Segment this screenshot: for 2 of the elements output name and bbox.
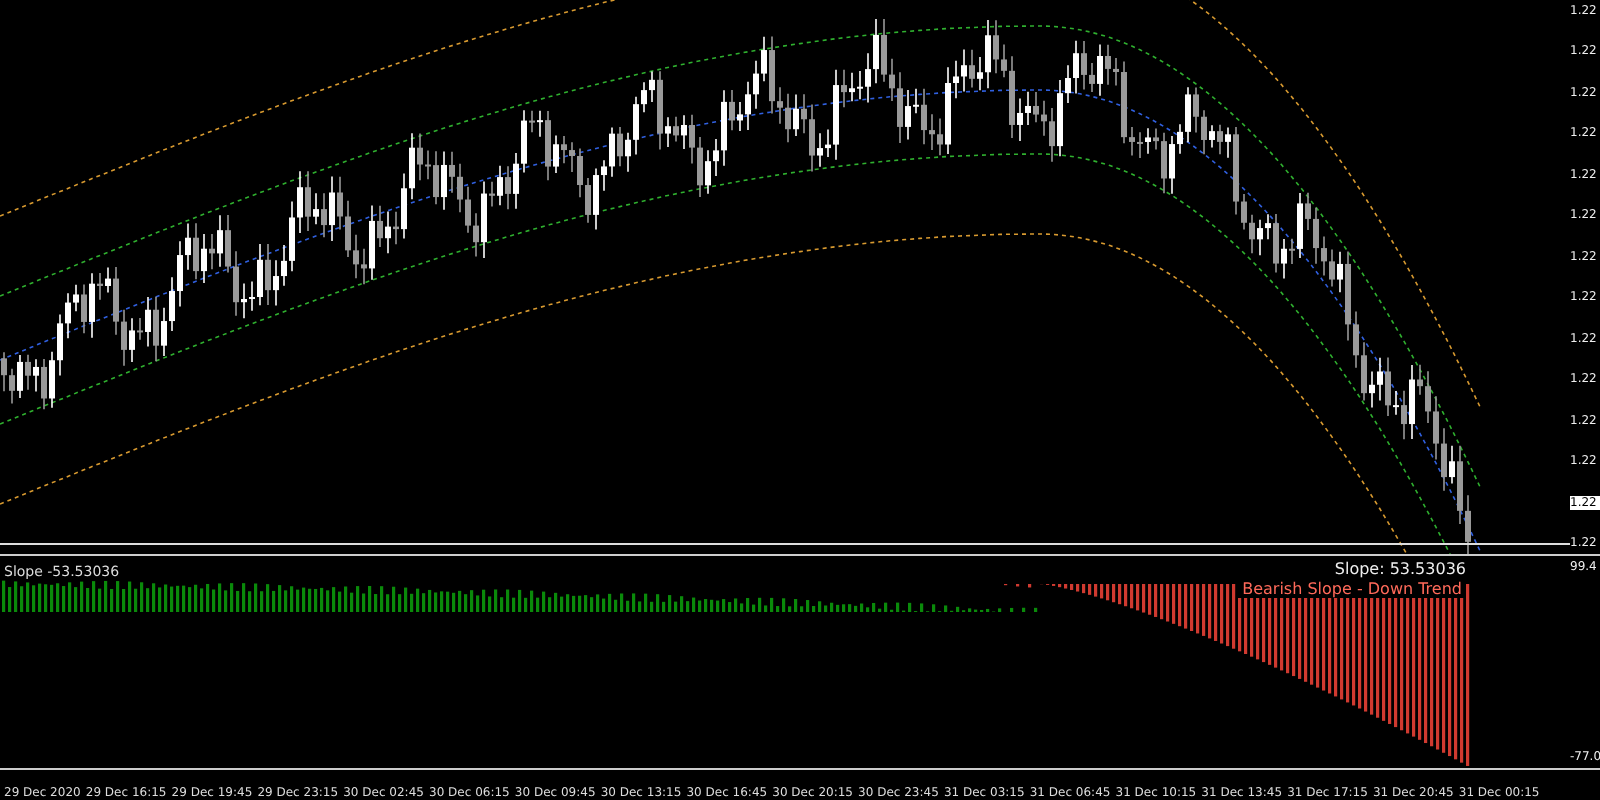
trend-label: Bearish Slope - Down Trend bbox=[1238, 580, 1466, 599]
slope-value: Slope: 53.53036 bbox=[1334, 560, 1466, 579]
